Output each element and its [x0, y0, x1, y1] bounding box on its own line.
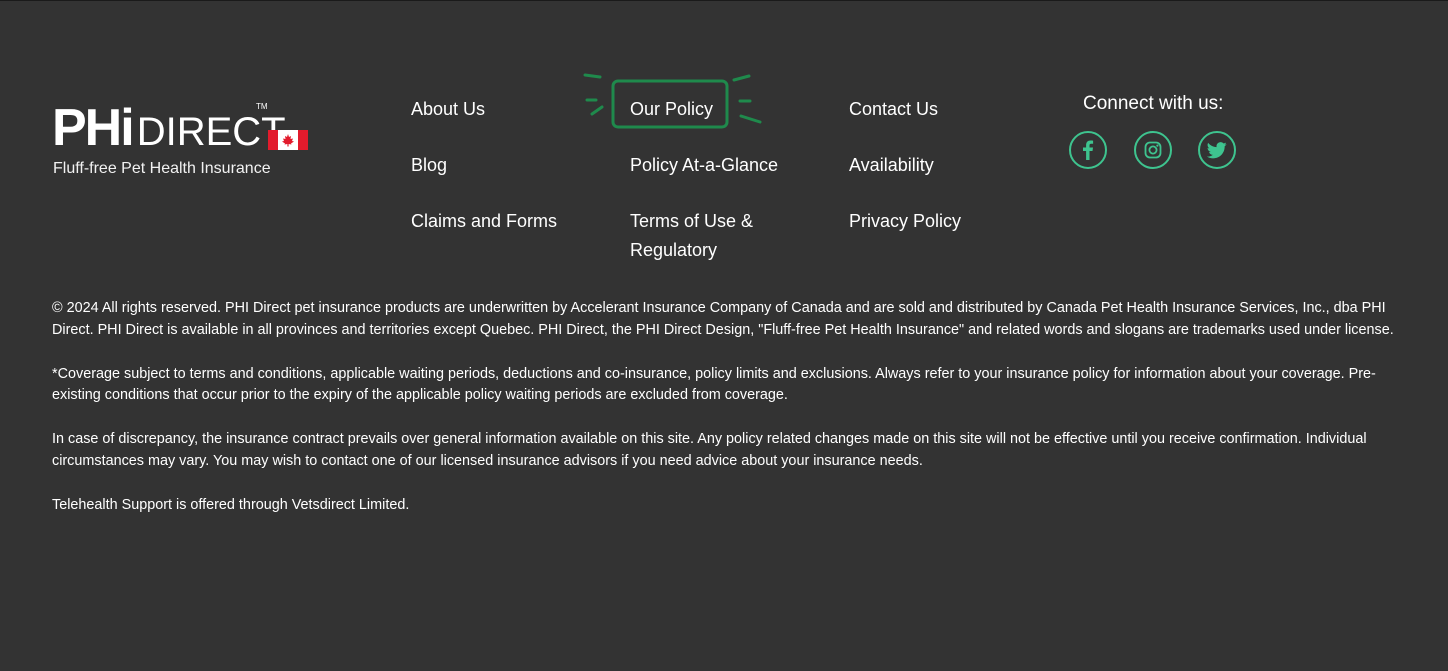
logo-wordmark: PHi DIRECT [52, 100, 286, 154]
copyright-text: © 2024 All rights reserved. PHI Direct p… [52, 300, 1394, 338]
phi-direct-logo[interactable]: PHi DIRECT TM Fluff-free Pet Health Insu… [52, 100, 312, 182]
nav-availability[interactable]: Availability [849, 151, 934, 180]
instagram-icon[interactable] [1134, 131, 1172, 169]
nav-our-policy[interactable]: Our Policy [630, 95, 713, 124]
logo-tagline: Fluff-free Pet Health Insurance [53, 160, 271, 177]
nav-contact-us[interactable]: Contact Us [849, 95, 938, 124]
nav-about-us[interactable]: About Us [411, 95, 485, 124]
trademark-symbol: TM [256, 102, 268, 111]
connect-title: Connect with us: [1083, 93, 1224, 114]
canada-flag-icon [268, 130, 308, 150]
telehealth-notice: Telehealth Support is offered through Ve… [52, 496, 410, 513]
nav-claims-and-forms[interactable]: Claims and Forms [411, 207, 557, 236]
legal-disclaimer: © 2024 All rights reserved. PHI Direct p… [52, 298, 1397, 539]
coverage-disclaimer: *Coverage subject to terms and condition… [52, 365, 1376, 404]
nav-policy-at-a-glance[interactable]: Policy At-a-Glance [630, 151, 778, 180]
top-border [0, 0, 1448, 1]
facebook-icon[interactable] [1069, 131, 1107, 169]
logo-brand-word: DIRECT [136, 110, 286, 154]
nav-blog[interactable]: Blog [411, 151, 447, 180]
discrepancy-disclaimer: In case of discrepancy, the insurance co… [52, 431, 1367, 469]
nav-terms-of-use[interactable]: Terms of Use & Regulatory [630, 207, 780, 265]
logo-brand-mark: PHi [52, 99, 135, 157]
nav-privacy-policy[interactable]: Privacy Policy [849, 207, 961, 236]
twitter-icon[interactable] [1198, 131, 1236, 169]
